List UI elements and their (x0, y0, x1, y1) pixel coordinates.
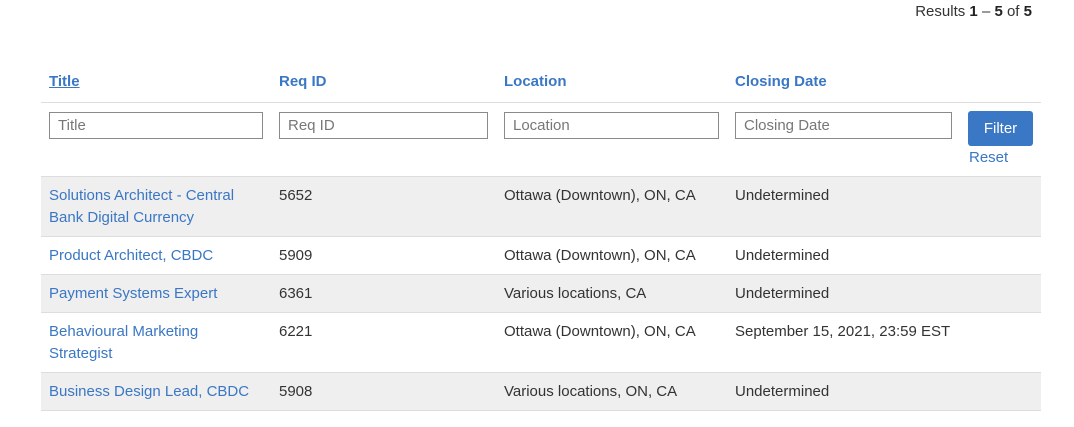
table-header: Title Req ID Location Closing Date (41, 62, 1041, 103)
table-row: Solutions Architect - Central Bank Digit… (41, 176, 1041, 236)
column-header-req-id[interactable]: Req ID (279, 73, 327, 90)
closing-date-cell: Undetermined (735, 187, 830, 204)
location-cell: Ottawa (Downtown), ON, CA (504, 323, 696, 340)
column-header-title[interactable]: Title (49, 73, 80, 90)
job-title-link[interactable]: Business Design Lead, CBDC (49, 381, 254, 403)
req-id-cell: 6361 (279, 285, 313, 302)
title-filter-input[interactable] (49, 112, 263, 139)
closing-date-cell: Undetermined (735, 247, 830, 264)
location-cell: Ottawa (Downtown), ON, CA (504, 187, 696, 204)
location-cell: Ottawa (Downtown), ON, CA (504, 247, 696, 264)
results-dash: – (981, 3, 991, 20)
filter-row: Filter Reset (41, 103, 1041, 176)
table-row: Product Architect, CBDC 5909 Ottawa (Dow… (41, 236, 1041, 274)
location-filter-input[interactable] (504, 112, 719, 139)
table-row: Behavioural Marketing Strategist 6221 Ot… (41, 312, 1041, 372)
req-id-cell: 5652 (279, 187, 313, 204)
reset-link[interactable]: Reset (969, 149, 1008, 166)
closing-date-cell: Undetermined (735, 383, 830, 400)
job-title-link[interactable]: Behavioural Marketing Strategist (49, 321, 254, 365)
job-table: Title Req ID Location Closing Date Filte… (41, 62, 1041, 411)
location-cell: Various locations, CA (504, 285, 647, 302)
req-id-cell: 6221 (279, 323, 313, 340)
req-id-filter-input[interactable] (279, 112, 488, 139)
results-prefix: Results (915, 3, 966, 20)
closing-date-filter-input[interactable] (735, 112, 952, 139)
job-title-link[interactable]: Payment Systems Expert (49, 283, 254, 305)
results-count: Results 1 – 5 of 5 (915, 3, 1032, 20)
job-title-link[interactable]: Solutions Architect - Central Bank Digit… (49, 185, 254, 229)
req-id-cell: 5909 (279, 247, 313, 264)
req-id-cell: 5908 (279, 383, 313, 400)
results-of: of (1006, 3, 1020, 20)
column-header-location[interactable]: Location (504, 73, 567, 90)
column-header-closing-date[interactable]: Closing Date (735, 73, 827, 90)
location-cell: Various locations, ON, CA (504, 383, 678, 400)
results-start: 1 (969, 3, 978, 20)
closing-date-cell: September 15, 2021, 23:59 EST (735, 323, 951, 340)
filter-button[interactable]: Filter (968, 111, 1033, 146)
closing-date-cell: Undetermined (735, 285, 830, 302)
table-row: Payment Systems Expert 6361 Various loca… (41, 274, 1041, 312)
table-row: Business Design Lead, CBDC 5908 Various … (41, 372, 1041, 411)
results-total: 5 (1023, 3, 1032, 20)
job-title-link[interactable]: Product Architect, CBDC (49, 245, 254, 267)
results-end: 5 (994, 3, 1003, 20)
